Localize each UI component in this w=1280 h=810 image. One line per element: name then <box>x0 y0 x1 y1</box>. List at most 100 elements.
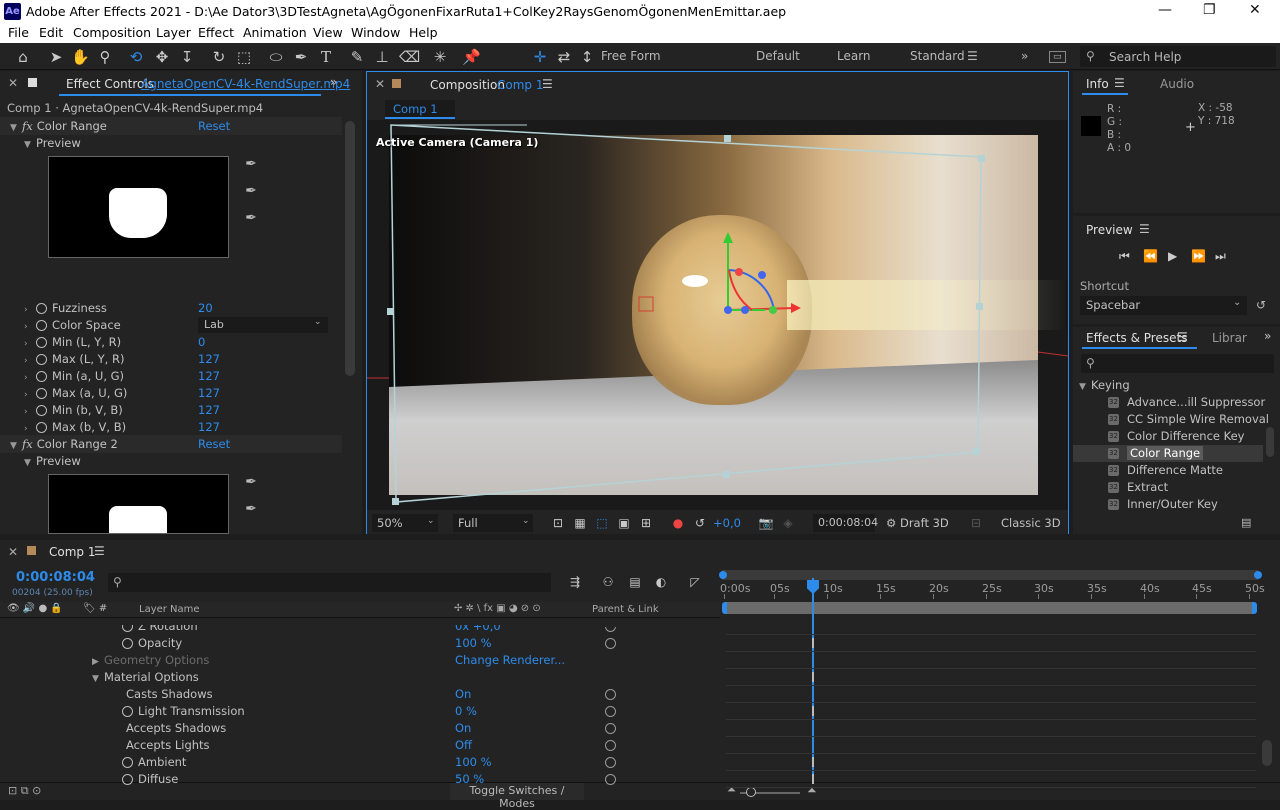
parent-link-header[interactable]: Parent & Link <box>592 604 659 615</box>
last-frame-icon[interactable]: ⏭ <box>1215 249 1226 264</box>
property-value[interactable]: Change Renderer... <box>455 653 565 667</box>
work-area-bar[interactable] <box>722 570 1258 580</box>
orbit-camera-icon[interactable]: ⟲ <box>127 48 145 66</box>
scrollbar[interactable] <box>1266 427 1274 457</box>
expression-pickwhip-icon[interactable] <box>605 627 616 632</box>
composition-tab[interactable]: Composition <box>430 78 505 92</box>
effect-color-range[interactable]: ▼ fx Color Range <box>10 119 107 133</box>
eyedropper-icon[interactable]: ✒ <box>240 474 262 496</box>
comp-breadcrumb[interactable]: Comp 1 <box>385 100 455 119</box>
menu-edit[interactable]: Edit <box>39 25 63 40</box>
3d-ground-plane-icon[interactable]: ⊟ <box>967 514 985 532</box>
playhead-handle[interactable] <box>807 580 819 594</box>
panel-menu-icon[interactable]: ☰ <box>94 544 105 558</box>
property-row[interactable]: Light Transmission <box>122 704 245 718</box>
pan-behind-icon[interactable]: ⬚ <box>235 48 253 66</box>
resolution-dropdown[interactable]: Full ⌄ <box>453 514 533 532</box>
info-tab[interactable]: Info <box>1086 77 1109 91</box>
work-area-start[interactable] <box>719 571 727 579</box>
effect-item[interactable]: Color Difference Key <box>1127 429 1244 443</box>
eyedropper-plus-icon[interactable]: ✒ <box>240 501 262 523</box>
param-value[interactable]: 0 <box>198 335 205 349</box>
close-tab-icon[interactable]: ✕ <box>8 545 18 559</box>
effect-item[interactable]: CC Simple Wire Removal <box>1127 412 1269 426</box>
search-help-field[interactable]: ⚲ Search Help <box>1080 46 1276 67</box>
libraries-tab[interactable]: Librar <box>1212 331 1247 345</box>
zoom-slider-handle[interactable] <box>746 787 756 797</box>
zoom-out-icon[interactable]: ⏶ <box>727 783 736 797</box>
expression-pickwhip-icon[interactable] <box>605 723 616 734</box>
property-row[interactable]: Ambient <box>122 755 186 769</box>
workspace-menu-icon[interactable]: ☰ <box>967 49 978 63</box>
param-value[interactable]: 127 <box>198 420 220 434</box>
timecode-display[interactable]: 0:00:08:04 <box>813 514 878 532</box>
panel-menu-icon[interactable]: ☰ <box>1114 76 1125 90</box>
motion-blur-icon[interactable]: ◐ <box>652 573 670 591</box>
property-row[interactable]: ▼ Material Options <box>92 670 199 684</box>
effect-item[interactable]: Extract <box>1127 480 1168 494</box>
param-value[interactable]: 20 <box>198 301 213 315</box>
timeline-tab[interactable]: Comp 1 <box>49 545 95 559</box>
renderer-label[interactable]: Classic 3D <box>1001 516 1061 530</box>
property-row[interactable]: Opacity <box>122 636 182 650</box>
param-row[interactable]: › Min (b, V, B) <box>24 403 123 417</box>
viewer[interactable]: Active Camera (Camera 1) <box>367 120 1068 510</box>
property-row[interactable]: Diffuse <box>122 772 178 786</box>
menu-help[interactable]: Help <box>409 25 438 40</box>
menu-composition[interactable]: Composition <box>73 25 151 40</box>
eyedropper-icon[interactable]: ✒ <box>240 156 262 178</box>
property-value[interactable]: 100 % <box>455 636 492 650</box>
eraser-icon[interactable]: ⌫ <box>399 48 420 66</box>
universal-axis-icon[interactable]: ✛ <box>531 48 549 66</box>
expression-pickwhip-icon[interactable] <box>605 689 616 700</box>
draft-3d-toggle[interactable]: ⚙ Draft 3D <box>886 516 949 530</box>
maximize-icon[interactable]: ❐ <box>1203 2 1216 18</box>
scrollbar[interactable] <box>345 121 355 376</box>
graph-editor-icon[interactable]: ◸ <box>686 573 704 591</box>
ellipse-tool-icon[interactable]: ⬭ <box>267 48 285 66</box>
param-row[interactable]: › Min (L, Y, R) <box>24 335 121 349</box>
draft-3d-icon[interactable]: ⇶ <box>566 573 584 591</box>
keyframe-marker[interactable] <box>812 774 814 784</box>
property-value[interactable]: Off <box>455 738 472 752</box>
param-row[interactable]: › Max (L, Y, R) <box>24 352 124 366</box>
preview-toggle[interactable]: ▼ Preview <box>24 136 81 150</box>
previous-frame-icon[interactable]: ⏪ <box>1143 249 1158 263</box>
param-row[interactable]: › Max (a, U, G) <box>24 386 127 400</box>
audio-tab[interactable]: Audio <box>1160 77 1194 91</box>
show-snapshot-icon[interactable]: ◈ <box>779 514 797 532</box>
reset-exposure-icon[interactable]: ↺ <box>691 514 709 532</box>
effects-presets-tab[interactable]: Effects & Presets <box>1086 331 1187 345</box>
close-tab-icon[interactable]: ✕ <box>375 77 385 91</box>
chevron-right-icon[interactable]: » <box>1264 329 1271 343</box>
property-value[interactable]: 0 % <box>455 704 477 718</box>
param-row[interactable]: › Max (b, V, B) <box>24 420 126 434</box>
color-space-dropdown[interactable]: Lab ⌄ <box>198 317 328 333</box>
free-form-label[interactable]: Free Form <box>601 49 661 63</box>
hand-tool-icon[interactable]: ✋ <box>71 48 90 66</box>
keyframe-marker[interactable] <box>812 706 814 716</box>
param-value[interactable]: 127 <box>198 386 220 400</box>
chevron-right-icon[interactable]: » <box>1021 49 1028 63</box>
menu-view[interactable]: View <box>313 25 343 40</box>
play-icon[interactable]: ▶ <box>1168 249 1177 263</box>
expression-pickwhip-icon[interactable] <box>605 706 616 717</box>
shortcut-dropdown[interactable]: Spacebar ⌄ <box>1080 296 1247 315</box>
close-icon[interactable]: ✕ <box>1249 2 1261 18</box>
panel-menu-icon[interactable]: ☰ <box>1139 222 1150 236</box>
dolly-camera-icon[interactable]: ↧ <box>178 48 196 66</box>
expression-pickwhip-icon[interactable] <box>605 740 616 751</box>
panel-menu-icon[interactable]: ☰ <box>1177 330 1188 344</box>
exposure-value[interactable]: +0,0 <box>713 516 741 530</box>
clone-stamp-icon[interactable]: ⊥ <box>373 48 391 66</box>
work-area-end[interactable] <box>1254 571 1262 579</box>
frame-blending-icon[interactable]: ▤ <box>626 573 644 591</box>
workspace-default[interactable]: Default <box>756 49 800 63</box>
workspace-standard[interactable]: Standard <box>910 49 965 63</box>
close-tab-icon[interactable]: ✕ <box>8 76 18 90</box>
keyframe-marker[interactable] <box>812 757 814 767</box>
selection-tool-icon[interactable]: ➤ <box>47 48 65 66</box>
comp-name[interactable]: Comp 1 <box>497 78 543 92</box>
type-tool-icon[interactable]: T <box>317 48 335 66</box>
effect-item[interactable]: Inner/Outer Key <box>1127 497 1218 511</box>
